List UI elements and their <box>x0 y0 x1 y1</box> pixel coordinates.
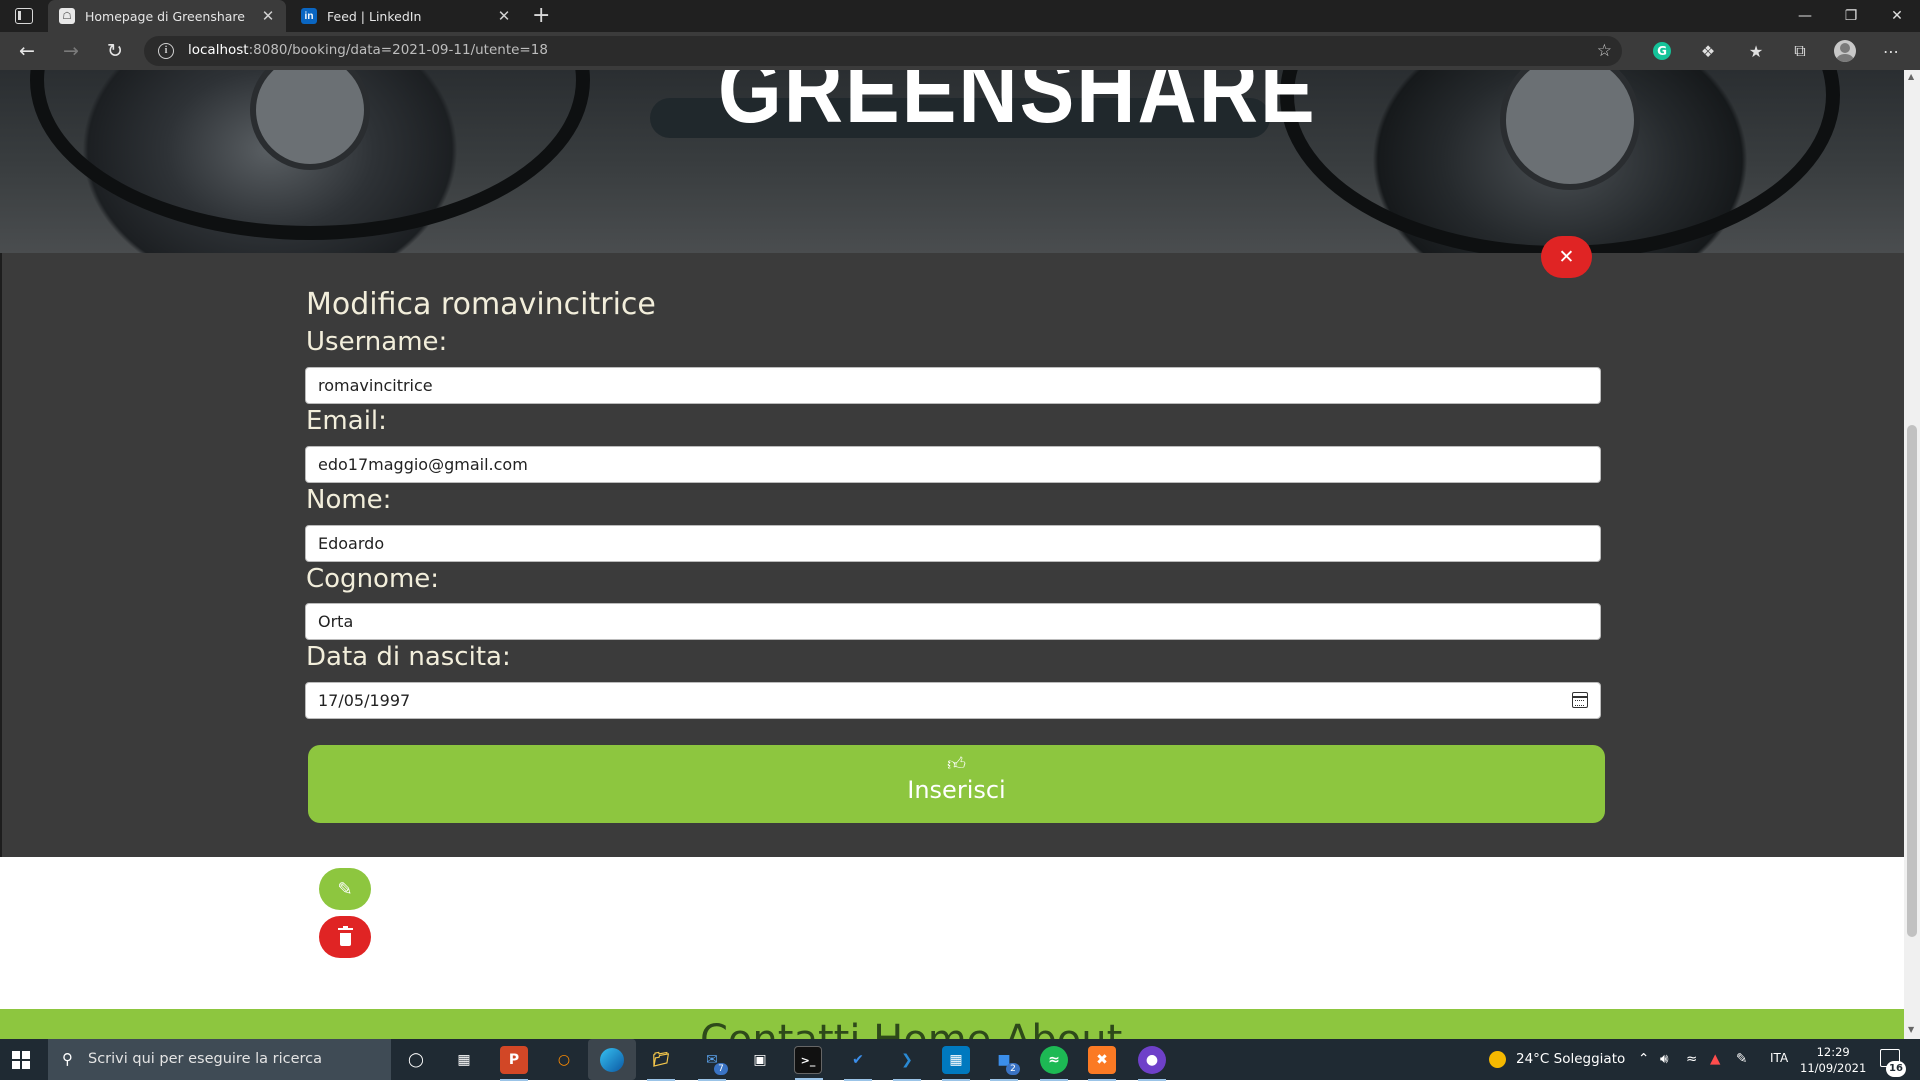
github-desktop-app-icon[interactable]: ● <box>1138 1046 1166 1081</box>
footer-nav: Contatti Home About <box>700 1017 1122 1039</box>
clock-date: 11/09/2021 <box>1800 1061 1867 1075</box>
restore-icon[interactable]: ❐ <box>1828 0 1874 32</box>
username-label: Username: <box>306 327 448 357</box>
birthdate-label: Data di nascita: <box>306 642 511 672</box>
submit-label: Inserisci <box>907 776 1006 804</box>
xampp-app-icon[interactable]: ✖ <box>1088 1046 1116 1081</box>
tab-close-icon[interactable]: ✕ <box>494 7 514 25</box>
app-tray-icon[interactable]: ▲ <box>1710 1051 1720 1067</box>
profile-avatar[interactable] <box>1834 40 1856 62</box>
task-view-icon[interactable]: ▦ <box>450 1046 478 1074</box>
spotify-app-icon[interactable]: ≈ <box>1040 1046 1068 1081</box>
linkedin-favicon-icon: in <box>301 8 317 24</box>
clock-time: 12:29 <box>1816 1045 1850 1059</box>
page-viewport: GREENSHARE ✕ Modifica romavincitrice Use… <box>0 70 1904 1039</box>
firefox-dev-app-icon[interactable]: ○ <box>550 1046 578 1074</box>
tab-close-icon[interactable]: ✕ <box>258 7 278 25</box>
extensions-icon[interactable]: ❖ <box>1697 40 1719 62</box>
thumbs-up-icon: 👍︎ <box>947 754 966 775</box>
todo-app-icon[interactable]: ✔ <box>844 1046 872 1081</box>
store-app-icon[interactable]: ▣ <box>746 1046 774 1074</box>
terminal-app-icon[interactable]: >_ <box>794 1046 823 1080</box>
username-input[interactable]: romavincitrice <box>305 367 1601 404</box>
edit-icon: ✎ <box>337 878 353 900</box>
tab-greenshare[interactable]: ☖ Homepage di Greenshare ✕ <box>48 0 286 32</box>
file-explorer-app-icon[interactable]: 📁︎ <box>647 1046 675 1081</box>
windows-taskbar: ⚲ Scrivi qui per eseguire la ricerca ◯ ▦… <box>0 1039 1920 1081</box>
grammarly-extension-icon[interactable]: G <box>1653 42 1671 60</box>
back-icon[interactable]: ← <box>14 38 40 64</box>
collections-icon[interactable]: ⧉ <box>1789 40 1811 62</box>
weather-icon[interactable] <box>1489 1051 1506 1068</box>
search-icon: ⚲ <box>62 1050 73 1068</box>
cognome-label: Cognome: <box>306 564 440 594</box>
browser-toolbar: ← → ↻ i localhost:8080/booking/data=2021… <box>0 32 1920 70</box>
edge-app-icon[interactable] <box>588 1039 636 1080</box>
scrollbar-thumb[interactable] <box>1907 425 1917 937</box>
mail-badge: 7 <box>714 1063 728 1075</box>
birthdate-input[interactable]: 17/05/1997 <box>305 682 1601 719</box>
weather-text[interactable]: 24°C Soleggiato <box>1516 1051 1625 1067</box>
email-label: Email: <box>306 406 387 436</box>
browser-tab-bar: ☖ Homepage di Greenshare ✕ in Feed | Lin… <box>0 0 1920 32</box>
trash-icon <box>337 925 353 946</box>
notification-count: 16 <box>1886 1061 1906 1077</box>
email-input[interactable]: edo17maggio@gmail.com <box>305 446 1601 483</box>
calendar-icon[interactable] <box>1572 692 1588 708</box>
favorites-icon[interactable]: ★ <box>1745 40 1767 62</box>
network-icon[interactable]: ≈ <box>1686 1051 1697 1067</box>
cortana-icon[interactable]: ◯ <box>402 1046 430 1074</box>
close-icon: ✕ <box>1558 246 1575 268</box>
tab-linkedin[interactable]: in Feed | LinkedIn ✕ <box>290 0 522 32</box>
forward-icon[interactable]: → <box>58 38 84 64</box>
language-indicator[interactable]: ITA <box>1770 1051 1788 1065</box>
brand-logo: GREENSHARE <box>718 70 1317 143</box>
new-tab-icon[interactable]: + <box>532 3 550 28</box>
nome-input[interactable]: Edoardo <box>305 525 1601 562</box>
edit-button[interactable]: ✎ <box>319 868 371 910</box>
page-scrollbar[interactable]: ▲ ▼ <box>1904 70 1920 1039</box>
scroll-down-icon[interactable]: ▼ <box>1908 1025 1914 1034</box>
powerpoint-app-icon[interactable]: P <box>500 1046 528 1081</box>
refresh-icon[interactable]: ↻ <box>102 38 128 64</box>
search-placeholder: Scrivi qui per eseguire la ricerca <box>88 1051 323 1067</box>
system-clock[interactable]: 12:29 11/09/2021 <box>1800 1044 1866 1076</box>
delete-button[interactable] <box>319 916 371 958</box>
tab-title: Homepage di Greenshare <box>85 8 245 24</box>
close-modal-button[interactable]: ✕ <box>1541 236 1592 278</box>
url-host: localhost <box>188 42 249 58</box>
minimize-icon[interactable]: — <box>1782 0 1828 32</box>
tray-chevron-icon[interactable]: ⌃ <box>1638 1051 1649 1067</box>
address-bar[interactable]: i localhost:8080/booking/data=2021-09-11… <box>144 36 1622 66</box>
url-path: :8080/booking/data=2021-09-11/utente=18 <box>248 42 548 58</box>
tab-title: Feed | LinkedIn <box>327 8 422 24</box>
trello-app-icon[interactable]: ▦ <box>942 1046 970 1081</box>
form-title: Modifica romavincitrice <box>306 287 656 322</box>
nome-label: Nome: <box>306 485 392 515</box>
vscode-app-icon[interactable]: ❯ <box>893 1046 921 1081</box>
hero-banner: GREENSHARE <box>0 70 1904 260</box>
footer-bar: Contatti Home About <box>0 1009 1904 1039</box>
pen-icon[interactable]: ✎ <box>1736 1051 1747 1067</box>
volume-icon[interactable]: 🔊︎ <box>1660 1051 1669 1067</box>
windows-start-icon[interactable] <box>12 1051 30 1069</box>
site-info-icon[interactable]: i <box>158 43 174 59</box>
tab-actions-icon[interactable] <box>15 8 33 24</box>
scroll-up-icon[interactable]: ▲ <box>1908 72 1914 81</box>
submit-button[interactable]: 👍︎ Inserisci <box>308 745 1605 823</box>
edit-user-modal: ✕ Modifica romavincitrice Username: roma… <box>0 236 1904 857</box>
window-close-icon[interactable]: ✕ <box>1874 0 1920 32</box>
address-url[interactable]: localhost:8080/booking/data=2021-09-11/u… <box>188 42 548 58</box>
word-badge: 2 <box>1006 1063 1020 1075</box>
add-favorite-icon[interactable]: ☆ <box>1597 41 1612 61</box>
cognome-input[interactable]: Orta <box>305 603 1601 640</box>
birthdate-value: 17/05/1997 <box>318 691 411 710</box>
more-menu-icon[interactable]: ⋯ <box>1880 40 1902 62</box>
greenshare-favicon-icon: ☖ <box>59 8 75 24</box>
taskbar-search[interactable]: ⚲ Scrivi qui per eseguire la ricerca <box>48 1039 391 1080</box>
